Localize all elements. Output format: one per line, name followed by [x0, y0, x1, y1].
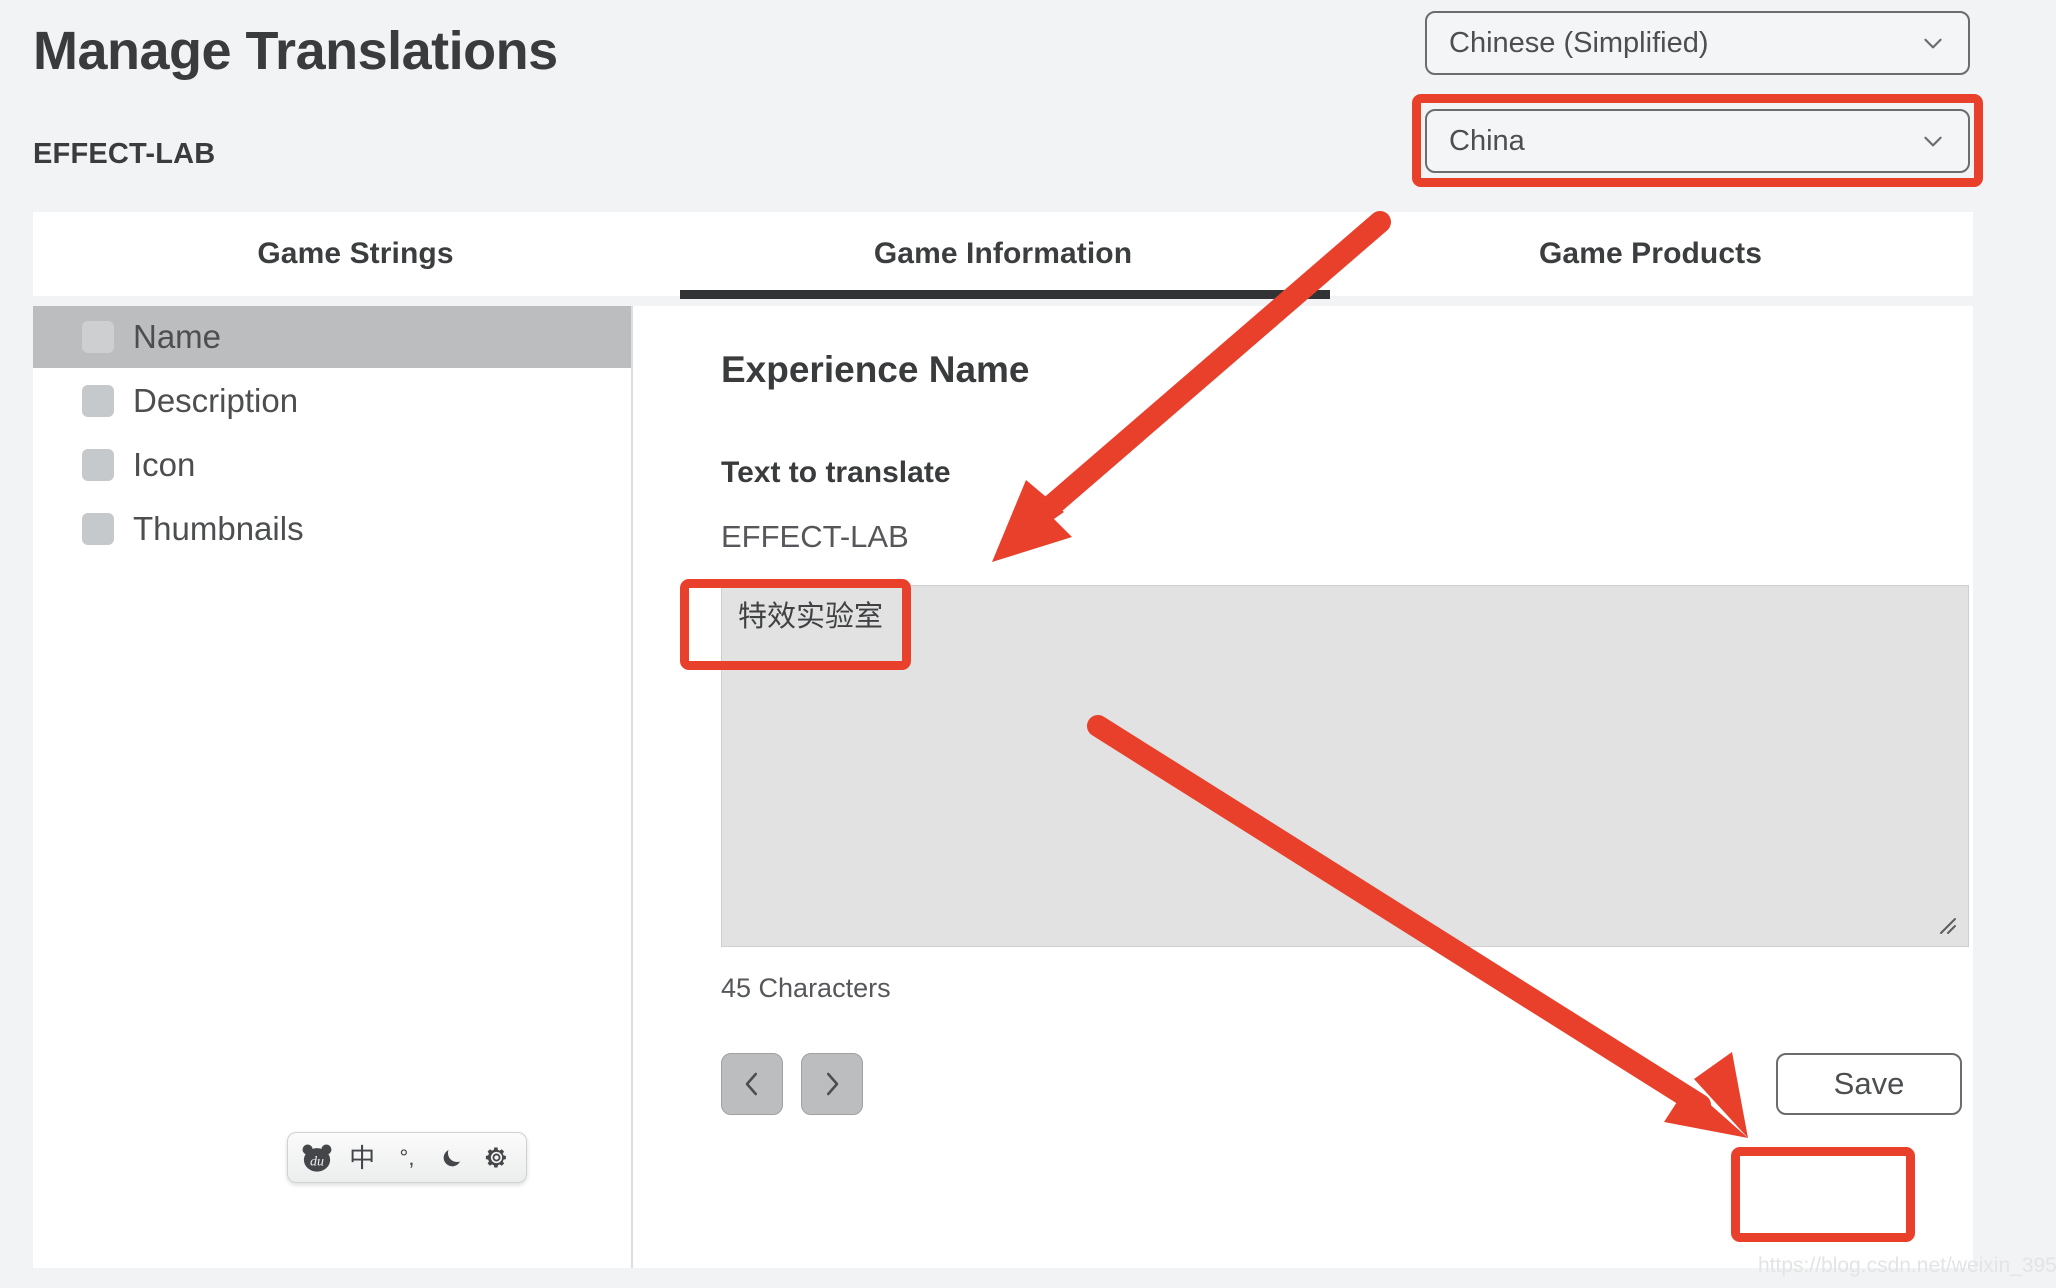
tab-game-products[interactable]: Game Products: [1328, 212, 1973, 296]
content-panel: Name Description Icon Thumbnails Experie…: [33, 306, 1973, 1268]
tab-game-strings[interactable]: Game Strings: [33, 212, 678, 296]
text-to-translate-label: Text to translate: [721, 456, 951, 489]
next-button[interactable]: [801, 1053, 863, 1115]
sidebar-item-description[interactable]: Description: [33, 370, 631, 432]
sidebar-item-thumbnails[interactable]: Thumbnails: [33, 498, 631, 560]
checkbox-icon[interactable]: [82, 449, 114, 481]
panel-title: Experience Name: [721, 349, 1030, 390]
chevron-down-icon: [1920, 30, 1946, 56]
save-button[interactable]: Save: [1776, 1053, 1962, 1115]
gear-icon[interactable]: [478, 1139, 516, 1177]
character-count: 45 Characters: [721, 973, 891, 1003]
chevron-down-icon: [1920, 128, 1946, 154]
watermark: https://blog.csdn.net/weixin_39550816: [1758, 1254, 2056, 1277]
source-text: EFFECT-LAB: [721, 519, 909, 554]
baidu-bear-logo-icon[interactable]: du: [298, 1139, 336, 1177]
sidebar-item-label: Thumbnails: [133, 510, 304, 547]
country-select[interactable]: China: [1425, 109, 1970, 173]
sidebar-item-icon[interactable]: Icon: [33, 434, 631, 496]
translation-panel: Experience Name Text to translate EFFECT…: [633, 306, 1973, 1268]
punctuation-mode-glyph: °,: [399, 1144, 415, 1170]
chinese-mode-glyph: 中: [349, 1142, 376, 1173]
sidebar-item-label: Icon: [133, 446, 196, 483]
field-sidebar: Name Description Icon Thumbnails: [33, 306, 633, 1268]
tab-bar: Game Strings Game Information Game Produ…: [33, 212, 1973, 296]
ime-toolbar[interactable]: du 中 °,: [287, 1132, 527, 1183]
svg-text:du: du: [310, 1153, 324, 1169]
sidebar-item-label: Description: [133, 382, 299, 419]
language-select[interactable]: Chinese (Simplified): [1425, 11, 1970, 75]
punctuation-mode-icon[interactable]: °,: [388, 1139, 426, 1177]
checkbox-icon[interactable]: [82, 513, 114, 545]
language-select-value: Chinese (Simplified): [1449, 26, 1709, 59]
tab-game-information[interactable]: Game Information: [678, 212, 1328, 296]
resize-handle-icon[interactable]: [1933, 911, 1957, 935]
country-select-value: China: [1449, 124, 1525, 157]
translation-input[interactable]: 特效实验室: [721, 585, 1969, 947]
page-title: Manage Translations: [33, 21, 558, 81]
moon-icon[interactable]: [433, 1139, 471, 1177]
chinese-mode-icon[interactable]: 中: [343, 1139, 381, 1177]
previous-button[interactable]: [721, 1053, 783, 1115]
active-tab-indicator: [680, 290, 1330, 299]
page-subtitle: EFFECT-LAB: [33, 138, 216, 170]
sidebar-item-name[interactable]: Name: [33, 306, 631, 368]
checkbox-icon[interactable]: [82, 385, 114, 417]
checkbox-icon[interactable]: [82, 321, 114, 353]
sidebar-item-label: Name: [133, 318, 222, 355]
